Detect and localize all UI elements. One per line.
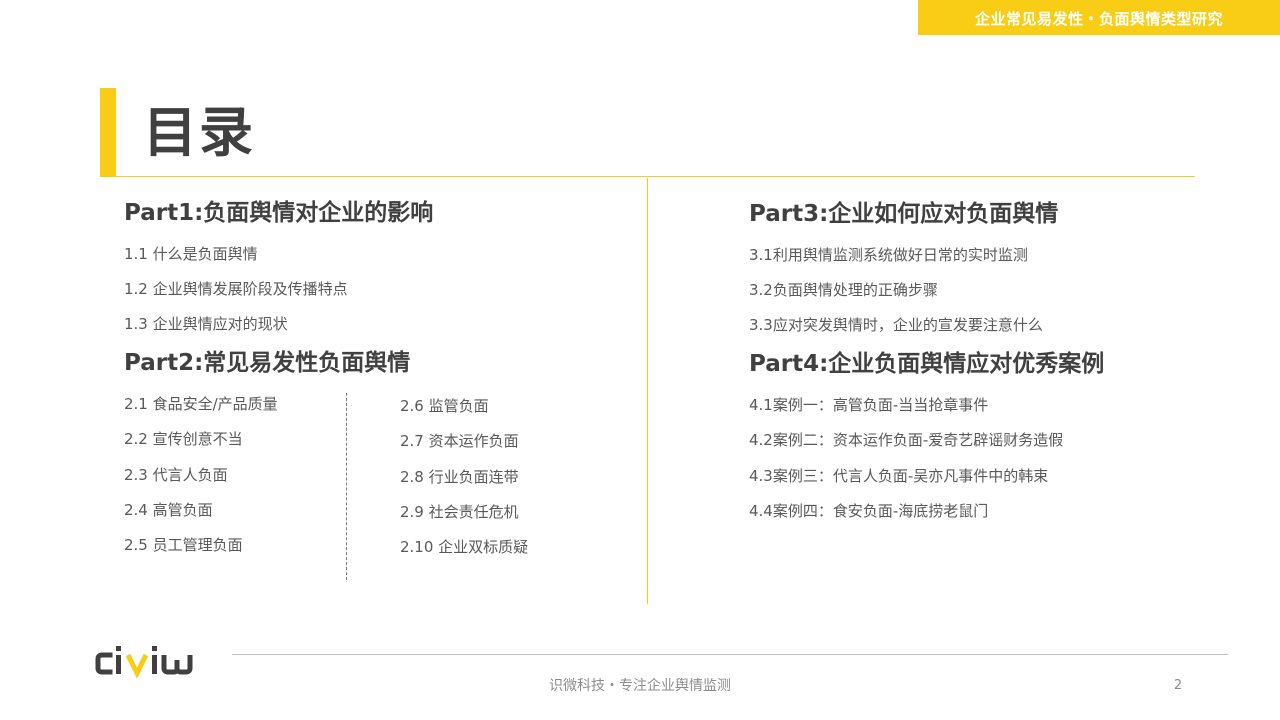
toc-item-2-1: 2.1 食品安全/产品质量 [124,395,278,413]
part1-heading: Part1:负面舆情对企业的影响 [124,200,434,226]
toc-item-1-1: 1.1 什么是负面舆情 [124,245,258,263]
toc-item-4-3: 4.3案例三：代言人负面-吴亦凡事件中的韩束 [749,467,1049,485]
toc-item-1-3: 1.3 企业舆情应对的现状 [124,315,288,333]
toc-item-3-1: 3.1利用舆情监测系统做好日常的实时监测 [749,246,1028,264]
page-number: 2 [1173,678,1183,693]
part4-heading: Part4:企业负面舆情应对优秀案例 [749,351,1105,377]
toc-item-2-4: 2.4 高管负面 [124,501,213,519]
title-underline [100,176,1195,177]
toc-item-2-3: 2.3 代言人负面 [124,466,228,484]
toc-item-2-2: 2.2 宣传创意不当 [124,430,243,448]
footer-divider [232,654,1228,655]
part3-heading: Part3:企业如何应对负面舆情 [749,201,1059,227]
toc-item-2-10: 2.10 企业双标质疑 [400,538,529,556]
footer-tagline: 识微科技・专注企业舆情监测 [549,678,731,694]
toc-item-2-8: 2.8 行业负面连带 [400,468,519,486]
column-divider [647,178,648,604]
toc-item-4-2: 4.2案例二：资本运作负面-爱奇艺辟谣财务造假 [749,431,1064,449]
toc-item-2-9: 2.9 社会责任危机 [400,503,519,521]
header-banner: 企业常见易发性・负面舆情类型研究 [918,0,1280,35]
part2-dashed-divider [346,393,347,580]
title-accent-bar [100,88,116,176]
toc-item-3-3: 3.3应对突发舆情时，企业的宣发要注意什么 [749,316,1043,334]
page-title: 目录 [143,101,255,164]
toc-item-2-6: 2.6 监管负面 [400,397,489,415]
toc-item-2-7: 2.7 资本运作负面 [400,432,519,450]
toc-item-4-1: 4.1案例一：高管负面-当当抢章事件 [749,396,989,414]
toc-item-3-2: 3.2负面舆情处理的正确步骤 [749,281,938,299]
toc-item-2-5: 2.5 员工管理负面 [124,536,243,554]
toc-item-4-4: 4.4案例四：食安负面-海底捞老鼠门 [749,502,989,520]
toc-item-1-2: 1.2 企业舆情发展阶段及传播特点 [124,280,348,298]
part2-heading: Part2:常见易发性负面舆情 [124,350,411,376]
